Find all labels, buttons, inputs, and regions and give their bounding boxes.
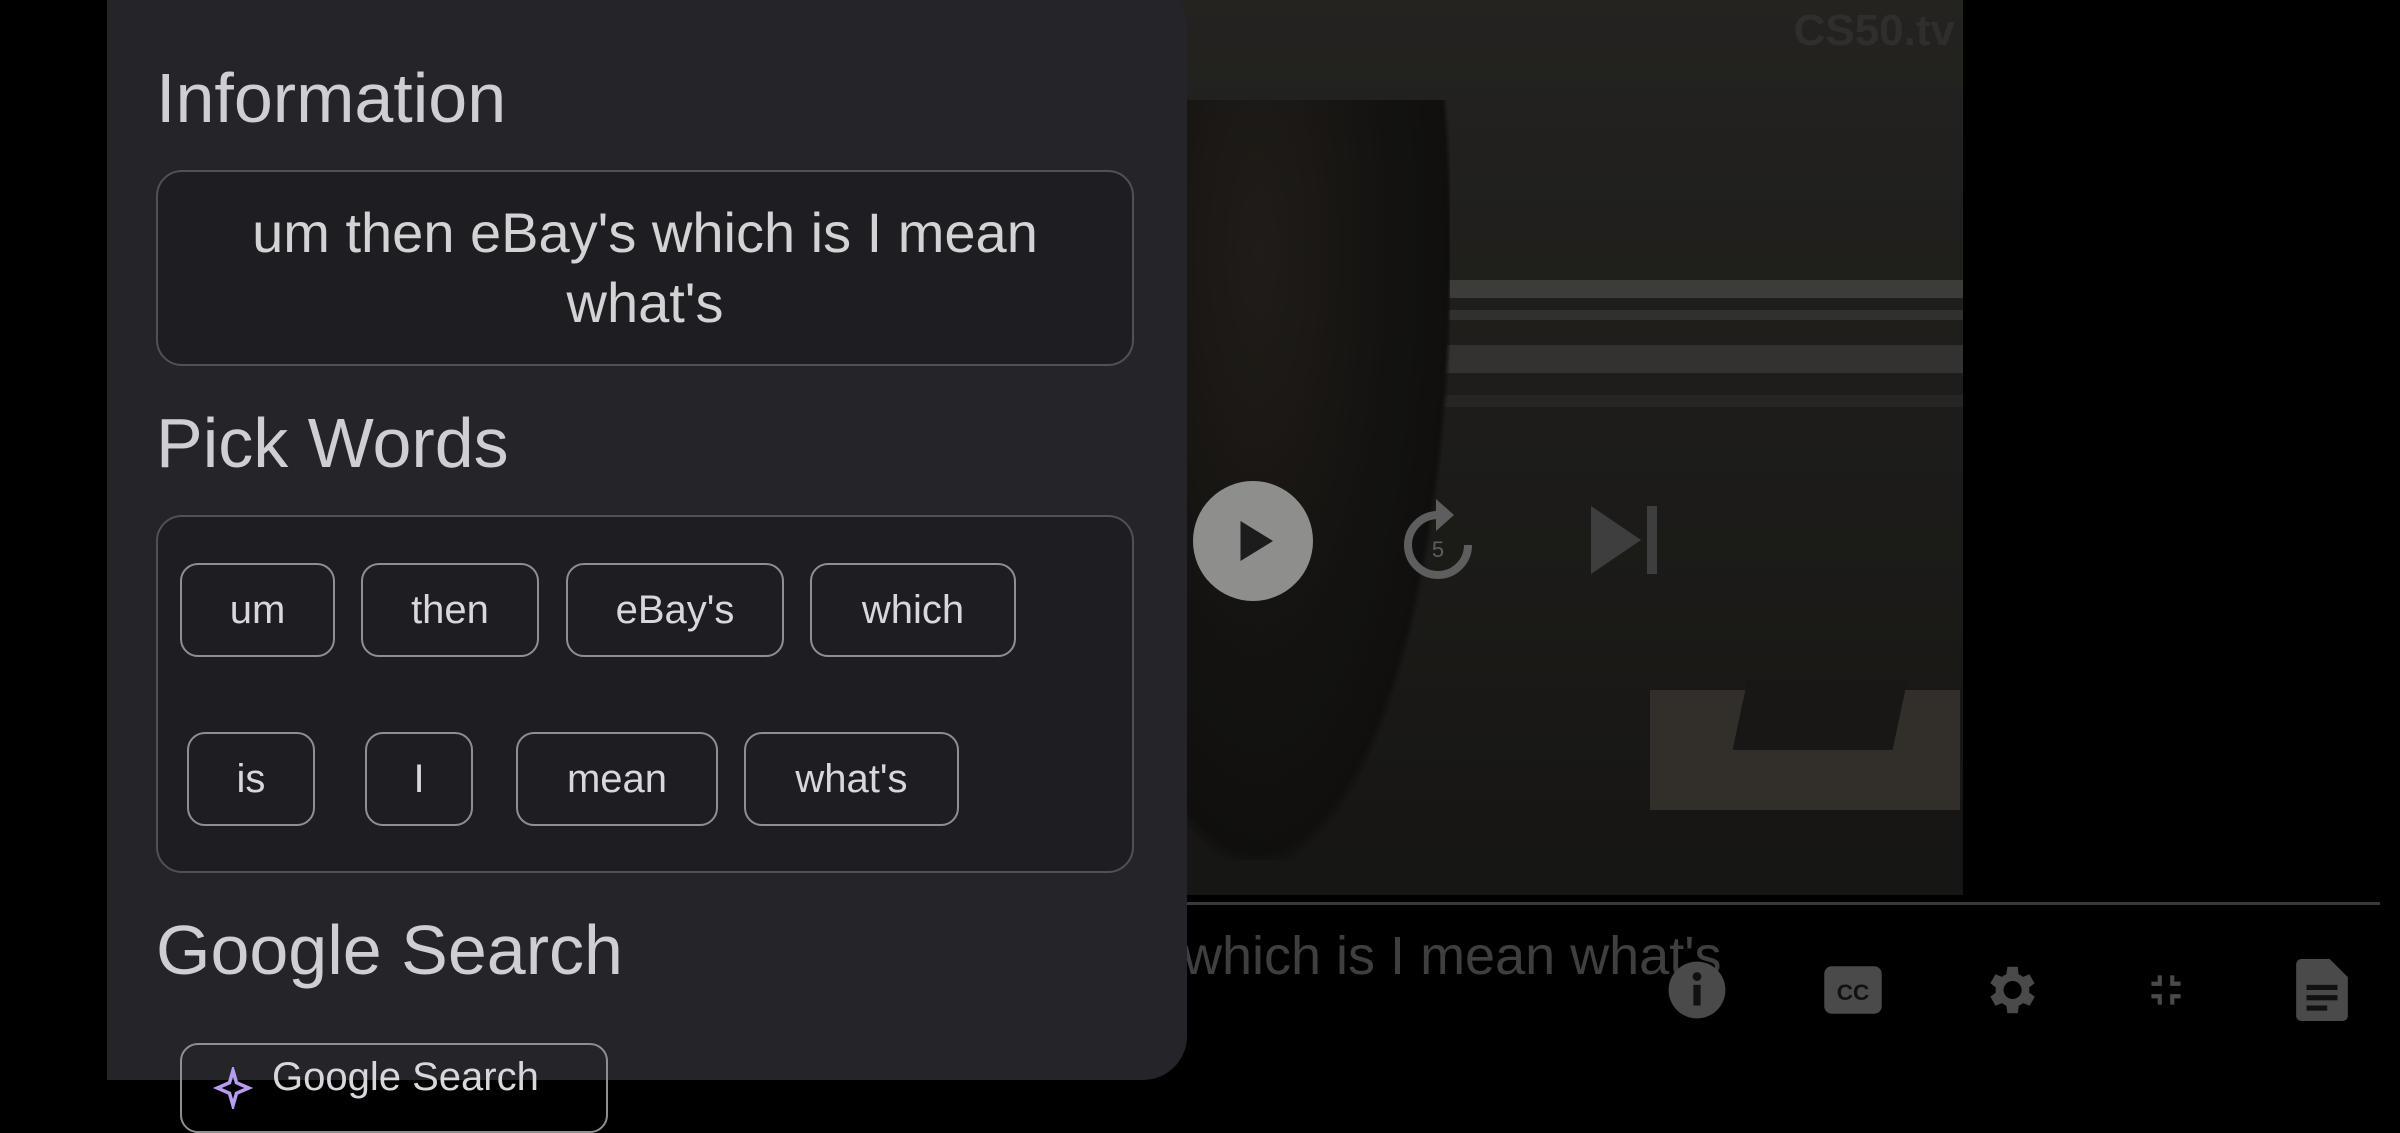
transcript-button[interactable] [2287, 955, 2357, 1025]
word-chip-i[interactable]: I [365, 732, 473, 826]
svg-text:CC: CC [1837, 980, 1870, 1005]
closed-captions-button[interactable]: CC [1818, 955, 1888, 1025]
video-player[interactable]: CS50.tv [1100, 0, 1963, 895]
exit-fullscreen-button[interactable] [2131, 955, 2201, 1025]
replay-5-button[interactable]: 5 [1398, 485, 1478, 595]
video-subtitle: which is I mean what's [1183, 926, 1722, 986]
play-icon [1240, 521, 1273, 561]
word-chip-mean[interactable]: mean [516, 732, 718, 826]
information-text-box: um then eBay's which is I mean what's [156, 170, 1134, 366]
google-search-button[interactable]: Google Search [180, 1043, 608, 1133]
google-search-button-label: Google Search [272, 1055, 539, 1099]
settings-button[interactable] [1975, 955, 2045, 1025]
gear-icon [1990, 966, 2035, 1014]
replay-5-icon: 5 [1404, 499, 1472, 579]
document-icon [2296, 959, 2348, 1021]
pick-words-heading: Pick Words [156, 404, 509, 482]
google-search-heading: Google Search [156, 911, 623, 989]
ai-sparkle-icon [212, 1067, 254, 1109]
word-chip-is[interactable]: is [187, 732, 315, 826]
info-button[interactable] [1662, 955, 1732, 1025]
play-button[interactable] [1193, 481, 1313, 601]
word-chip-whats[interactable]: what's [744, 732, 959, 826]
exit-fullscreen-icon [2151, 975, 2181, 1005]
word-chip-then[interactable]: then [361, 563, 539, 657]
closed-captions-icon: CC [1824, 966, 1882, 1014]
word-chip-ebays[interactable]: eBay's [566, 563, 784, 657]
word-chip-um[interactable]: um [180, 563, 335, 657]
video-progress-bar[interactable] [1185, 902, 2380, 905]
skip-next-button[interactable] [1585, 500, 1665, 580]
information-heading: Information [156, 59, 507, 137]
replay-seconds: 5 [1432, 537, 1444, 562]
info-icon [1668, 961, 1726, 1019]
word-chip-which[interactable]: which [810, 563, 1016, 657]
skip-next-icon [1591, 506, 1657, 574]
video-dim-overlay [1100, 0, 1963, 895]
